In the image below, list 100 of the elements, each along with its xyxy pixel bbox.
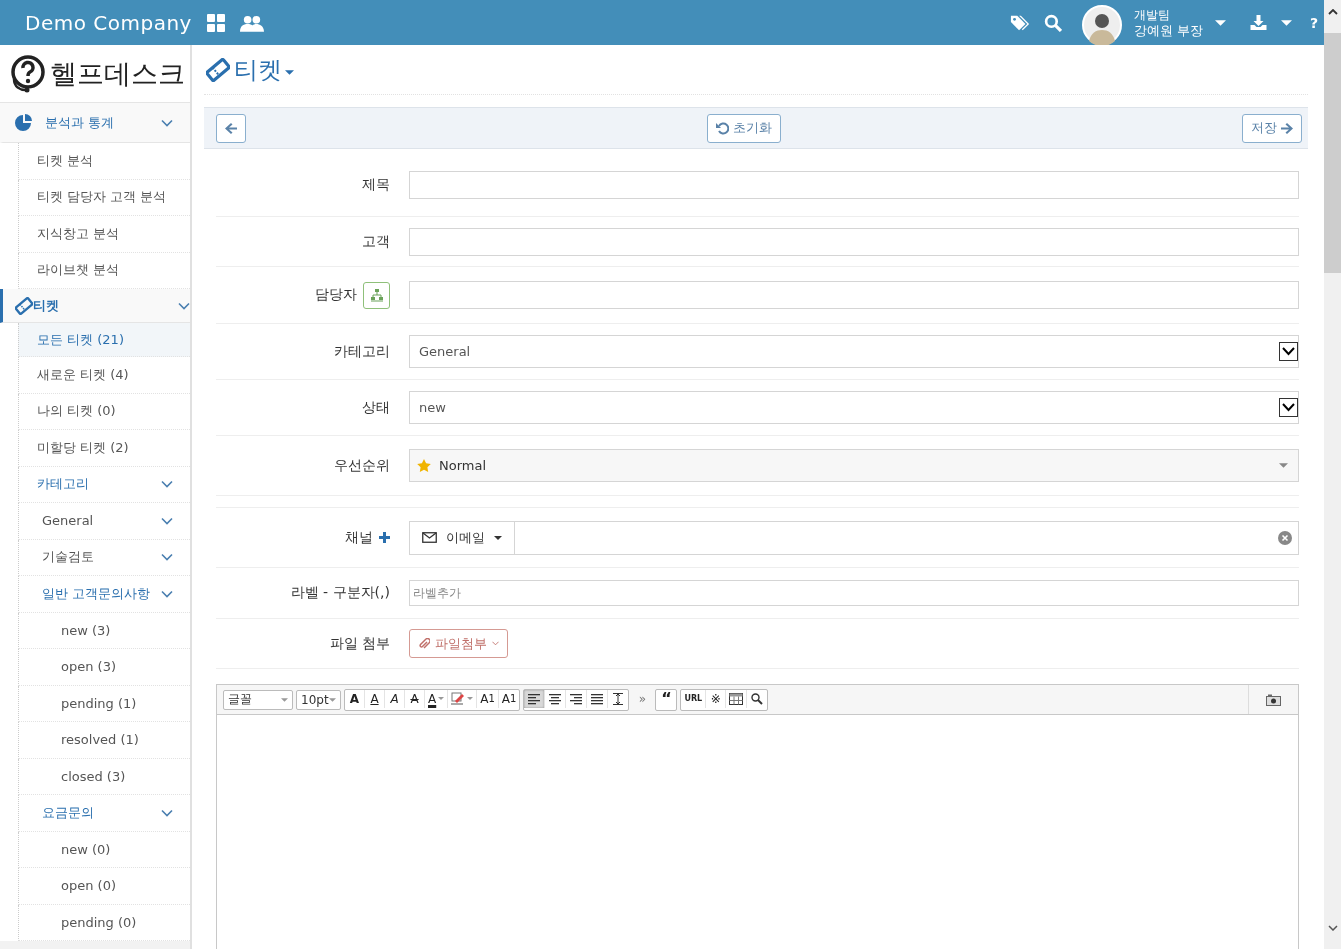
caret-icon — [467, 697, 474, 700]
search-icon — [751, 692, 764, 705]
sidebar-item[interactable]: 미할당 티켓 (2) — [18, 430, 190, 467]
highlighter-icon — [451, 692, 466, 705]
sidebar-item[interactable]: 카테고리 — [18, 466, 190, 503]
font-dropdown[interactable]: 글꼴 — [223, 689, 293, 710]
sidebar-item[interactable]: 요금문의 — [18, 795, 190, 832]
input-field[interactable] — [409, 227, 1299, 256]
sidebar-item[interactable]: 기술검토 — [18, 539, 190, 576]
field-label: 제목 — [362, 175, 390, 194]
sidebar-item[interactable]: open (3) — [18, 649, 190, 686]
italic-button[interactable]: A — [385, 689, 405, 708]
priority-select[interactable]: Normal — [409, 449, 1299, 482]
save-button[interactable]: 저장 — [1242, 113, 1302, 143]
org-chart-button[interactable] — [363, 281, 390, 309]
tag-icon[interactable] — [1009, 13, 1030, 32]
attach-file-button[interactable]: 파일첨부 — [409, 629, 508, 658]
arrow-right-icon — [1281, 122, 1293, 134]
search-icon[interactable] — [1043, 13, 1062, 32]
strikethrough-button[interactable]: A — [405, 689, 425, 708]
quote-button[interactable]: “ — [656, 689, 677, 708]
sidebar-item[interactable]: General — [18, 503, 190, 540]
chevron-icon — [161, 118, 173, 127]
sidebar-item[interactable]: 새로운 티켓 (4) — [18, 357, 190, 394]
sidebar-section[interactable]: 분석과 통계 — [0, 103, 190, 143]
input-field[interactable] — [409, 281, 1299, 309]
sidebar-item[interactable]: open (0) — [18, 868, 190, 905]
app-logo: 헬프데스크 — [50, 56, 185, 91]
field-label: 파일 첨부 — [329, 634, 390, 653]
link-button[interactable]: URL — [681, 689, 707, 708]
select-field[interactable]: General — [409, 335, 1299, 368]
align-icon — [590, 692, 605, 705]
download-icon[interactable] — [1249, 15, 1267, 30]
scroll-down-icon[interactable] — [1327, 925, 1338, 931]
undo-icon — [716, 121, 729, 135]
brand-name[interactable]: Demo Company — [25, 10, 192, 35]
back-button[interactable] — [216, 113, 246, 143]
help-button[interactable]: ? — [1309, 14, 1318, 31]
highlight-button[interactable] — [448, 689, 478, 708]
user-name[interactable]: 강예원 부장 — [1133, 22, 1203, 38]
sidebar-item[interactable]: 나의 티켓 (0) — [18, 393, 190, 430]
page-title[interactable]: 티켓 — [234, 53, 282, 86]
caret-icon[interactable] — [1280, 19, 1292, 26]
align-icon — [548, 692, 563, 705]
grid-icon[interactable] — [205, 13, 226, 32]
caret-icon[interactable] — [1214, 19, 1226, 26]
sidebar-item[interactable]: 모든 티켓 (21) — [18, 323, 190, 357]
input-field[interactable] — [409, 170, 1299, 199]
sidebar-item[interactable]: resolved (1) — [18, 722, 190, 759]
caret-icon — [281, 697, 288, 702]
sidebar-item[interactable]: 지식창고 분석 — [18, 216, 190, 253]
chevron-icon — [161, 553, 173, 562]
chevron-icon — [492, 641, 499, 646]
ticket-icon — [206, 57, 230, 82]
line-height-icon — [612, 692, 625, 705]
sidebar-item[interactable]: pending (0) — [18, 904, 190, 941]
field-label: 채널 — [345, 528, 373, 547]
scrollbar[interactable] — [1324, 0, 1341, 949]
align-icon — [569, 692, 584, 705]
align-left-button[interactable] — [524, 689, 546, 708]
underline-button[interactable]: A — [365, 689, 385, 708]
caret-icon — [438, 697, 445, 700]
table-button[interactable] — [726, 689, 748, 708]
sidebar-item[interactable]: new (0) — [18, 831, 190, 868]
avatar — [1081, 4, 1122, 45]
special-character-button[interactable]: ※ — [706, 689, 727, 708]
scroll-up-icon[interactable] — [1327, 9, 1338, 15]
field-label: 고객 — [362, 232, 390, 251]
font-color-button[interactable]: A — [425, 689, 449, 708]
sidebar-item[interactable]: 일반 고객문의사항 — [18, 576, 190, 613]
org-chart-icon — [369, 288, 384, 302]
chevron-icon — [161, 516, 173, 525]
sidebar-section[interactable]: 티켓 — [0, 289, 190, 323]
chevron-icon — [178, 301, 190, 310]
sidebar-item[interactable]: closed (3) — [18, 758, 190, 795]
sidebar-item[interactable]: new (3) — [18, 612, 190, 649]
bold-button[interactable]: A — [345, 689, 365, 708]
plus-icon[interactable] — [379, 532, 390, 543]
sidebar-item[interactable]: 티켓 분석 — [18, 143, 190, 180]
sidebar-item[interactable]: 티켓 담당자 고객 분석 — [18, 179, 190, 216]
users-icon[interactable] — [239, 13, 264, 32]
field-label: 상태 — [362, 398, 390, 417]
scrollbar-thumb[interactable] — [1324, 33, 1341, 273]
camera-icon — [1266, 693, 1281, 706]
star-icon — [417, 459, 431, 472]
caret-icon — [329, 697, 336, 702]
pie-chart-icon — [15, 113, 33, 132]
label-input[interactable]: 라벨추가 — [409, 580, 1299, 606]
user-team: 개발팀 — [1133, 7, 1171, 23]
sidebar-item[interactable]: pending (1) — [18, 685, 190, 722]
select-field[interactable]: new — [409, 391, 1299, 424]
sidebar-item[interactable]: 라이브챗 분석 — [18, 252, 190, 289]
more-button[interactable]: » — [632, 689, 653, 708]
reset-button[interactable]: 초기화 — [707, 113, 781, 143]
arrow-left-icon — [225, 122, 237, 134]
caret-icon[interactable] — [285, 70, 294, 75]
font-size-dropdown[interactable]: 10pt — [296, 689, 341, 710]
align-icon — [527, 692, 542, 705]
chevron-icon — [161, 480, 173, 489]
field-label: 라벨 - 구분자(,) — [290, 584, 390, 602]
